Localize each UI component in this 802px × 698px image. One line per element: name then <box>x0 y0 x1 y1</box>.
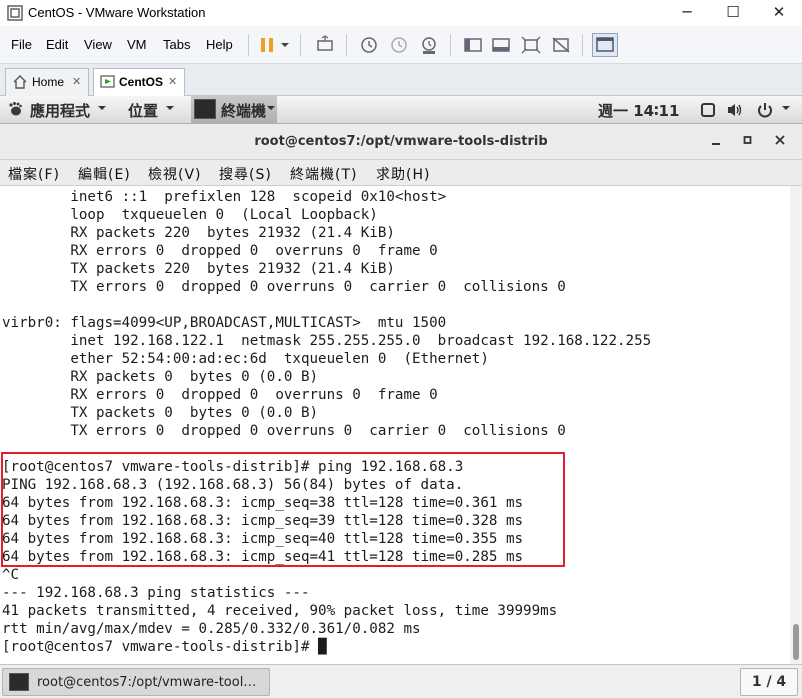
send-keys-icon[interactable] <box>314 34 336 56</box>
close-button[interactable]: ✕ <box>756 0 802 26</box>
revert-snapshot-icon[interactable] <box>388 34 410 56</box>
terminal-line: inet6 ::1 prefixlen 128 scopeid 0x10<hos… <box>2 189 447 205</box>
toolbar-separator <box>582 34 583 56</box>
terminal-menu-help[interactable]: 求助(H) <box>376 164 430 184</box>
tab-label: CentOS <box>119 75 164 89</box>
vm-running-icon <box>100 74 116 93</box>
terminal-maximize-icon[interactable] <box>742 132 754 152</box>
snapshot-manager-icon[interactable] <box>418 34 440 56</box>
terminal-line: inet 192.168.122.1 netmask 255.255.255.0… <box>2 333 652 349</box>
toolbar-separator <box>248 34 249 56</box>
volume-icon[interactable] <box>726 102 744 122</box>
terminal-line: loop txqueuelen 0 (Local Loopback) <box>2 207 378 223</box>
clock[interactable]: 週一 14∶11 <box>598 100 679 121</box>
terminal-line: RX packets 0 bytes 0 (0.0 B) <box>2 369 319 385</box>
terminal-menu-file[interactable]: 檔案(F) <box>8 164 60 184</box>
gnome-taskbar: root@centos7:/opt/vmware-tool… 1 / 4 <box>0 664 802 698</box>
tab-home[interactable]: Home ✕ <box>5 68 89 96</box>
taskbar-item-label: root@centos7:/opt/vmware-tool… <box>37 675 257 690</box>
terminal-app-menu[interactable]: 終端機 <box>191 96 277 123</box>
menu-tabs[interactable]: Tabs <box>163 37 190 52</box>
terminal-app-label: 終端機 <box>221 102 267 120</box>
full-screen-icon[interactable] <box>520 34 542 56</box>
terminal-title: root@centos7:/opt/vmware-tools-distrib <box>254 134 548 149</box>
terminal-line: [root@centos7 vmware-tools-distrib]# █ <box>2 639 327 655</box>
chevron-down-icon <box>164 100 176 120</box>
terminal-line: ^C <box>2 567 20 583</box>
terminal-close-icon[interactable] <box>774 132 786 152</box>
maximize-button[interactable]: ☐ <box>710 0 756 26</box>
thumbnail-view-icon[interactable] <box>490 34 512 56</box>
terminal-header-bar: root@centos7:/opt/vmware-tools-distrib <box>0 124 802 160</box>
toolbar-separator <box>300 34 301 56</box>
tab-label: Home <box>32 75 65 89</box>
terminal-icon <box>194 99 216 119</box>
scrollbar-thumb[interactable] <box>793 624 799 660</box>
gnome-top-bar: 應用程式 位置 終端機 週一 14∶11 <box>0 96 802 124</box>
terminal-line: TX errors 0 dropped 0 overruns 0 carrier… <box>2 279 566 295</box>
home-icon <box>12 74 28 93</box>
screen-icon[interactable] <box>700 102 716 122</box>
library-view-icon[interactable] <box>462 34 484 56</box>
power-icon[interactable] <box>756 101 774 123</box>
terminal-line: TX packets 220 bytes 21932 (21.4 KiB) <box>2 261 395 277</box>
terminal-line: --- 192.168.68.3 ping statistics --- <box>2 585 310 601</box>
menu-edit[interactable]: Edit <box>46 37 68 52</box>
terminal-menu-view[interactable]: 檢視(V) <box>148 164 202 184</box>
terminal-cursor: █ <box>318 639 327 655</box>
terminal-scrollbar[interactable] <box>790 186 802 664</box>
pause-icon[interactable] <box>256 34 278 56</box>
terminal-line: TX errors 0 dropped 0 overruns 0 carrier… <box>2 423 566 439</box>
menu-vm[interactable]: VM <box>127 37 147 52</box>
gnome-foot-icon <box>7 101 23 121</box>
terminal-line: TX packets 0 bytes 0 (0.0 B) <box>2 405 319 421</box>
snapshot-icon[interactable] <box>358 34 380 56</box>
menu-file[interactable]: File <box>11 37 32 52</box>
terminal-line: virbr0: flags=4099<UP,BROADCAST,MULTICAS… <box>2 315 447 331</box>
terminal-line: rtt min/avg/max/mdev = 0.285/0.332/0.361… <box>2 621 421 637</box>
terminal-icon <box>9 673 29 691</box>
toolbar-separator <box>346 34 347 56</box>
unity-mode-icon[interactable] <box>550 34 572 56</box>
console-view-icon[interactable] <box>592 33 618 57</box>
tab-close-icon[interactable]: ✕ <box>72 75 81 88</box>
terminal-menu-bar: 檔案(F) 編輯(E) 檢視(V) 搜尋(S) 終端機(T) 求助(H) <box>0 160 802 186</box>
terminal-text: inet6 ::1 prefixlen 128 scopeid 0x10<hos… <box>2 188 651 656</box>
terminal-line: RX packets 220 bytes 21932 (21.4 KiB) <box>2 225 395 241</box>
menu-help[interactable]: Help <box>206 37 233 52</box>
chevron-down-icon[interactable] <box>278 34 292 56</box>
terminal-minimize-icon[interactable] <box>710 132 722 152</box>
terminal-line: 41 packets transmitted, 4 received, 90% … <box>2 603 558 619</box>
applications-menu[interactable]: 應用程式 <box>30 100 90 121</box>
vmware-logo-icon <box>7 5 23 21</box>
window-title-bar: CentOS - VMware Workstation ─ ☐ ✕ <box>0 0 802 26</box>
terminal-menu-terminal[interactable]: 終端機(T) <box>290 164 357 184</box>
terminal-line: RX errors 0 dropped 0 overruns 0 frame 0 <box>2 387 438 403</box>
vm-tab-strip: Home ✕ CentOS ✕ <box>0 64 802 96</box>
ping-output-highlight <box>1 452 565 567</box>
vmware-menu-bar: File Edit View VM Tabs Help <box>0 26 802 64</box>
tab-centos[interactable]: CentOS ✕ <box>93 68 185 96</box>
tab-close-icon[interactable]: ✕ <box>168 75 177 88</box>
menu-view[interactable]: View <box>84 37 112 52</box>
minimize-button[interactable]: ─ <box>664 0 710 26</box>
workspace-pager[interactable]: 1 / 4 <box>740 668 798 696</box>
places-menu[interactable]: 位置 <box>128 100 158 121</box>
chevron-down-icon[interactable] <box>780 100 792 120</box>
chevron-down-icon <box>96 100 108 120</box>
chevron-down-icon <box>265 100 277 120</box>
terminal-line: ether 52:54:00:ad:ec:6d txqueuelen 0 (Et… <box>2 351 489 367</box>
terminal-line: RX errors 0 dropped 0 overruns 0 frame 0 <box>2 243 438 259</box>
terminal-menu-search[interactable]: 搜尋(S) <box>219 164 272 184</box>
toolbar-separator <box>450 34 451 56</box>
taskbar-terminal-item[interactable]: root@centos7:/opt/vmware-tool… <box>2 668 270 696</box>
terminal-output[interactable]: inet6 ::1 prefixlen 128 scopeid 0x10<hos… <box>0 186 790 664</box>
terminal-menu-edit[interactable]: 編輯(E) <box>78 164 131 184</box>
window-title: CentOS - VMware Workstation <box>28 5 206 20</box>
